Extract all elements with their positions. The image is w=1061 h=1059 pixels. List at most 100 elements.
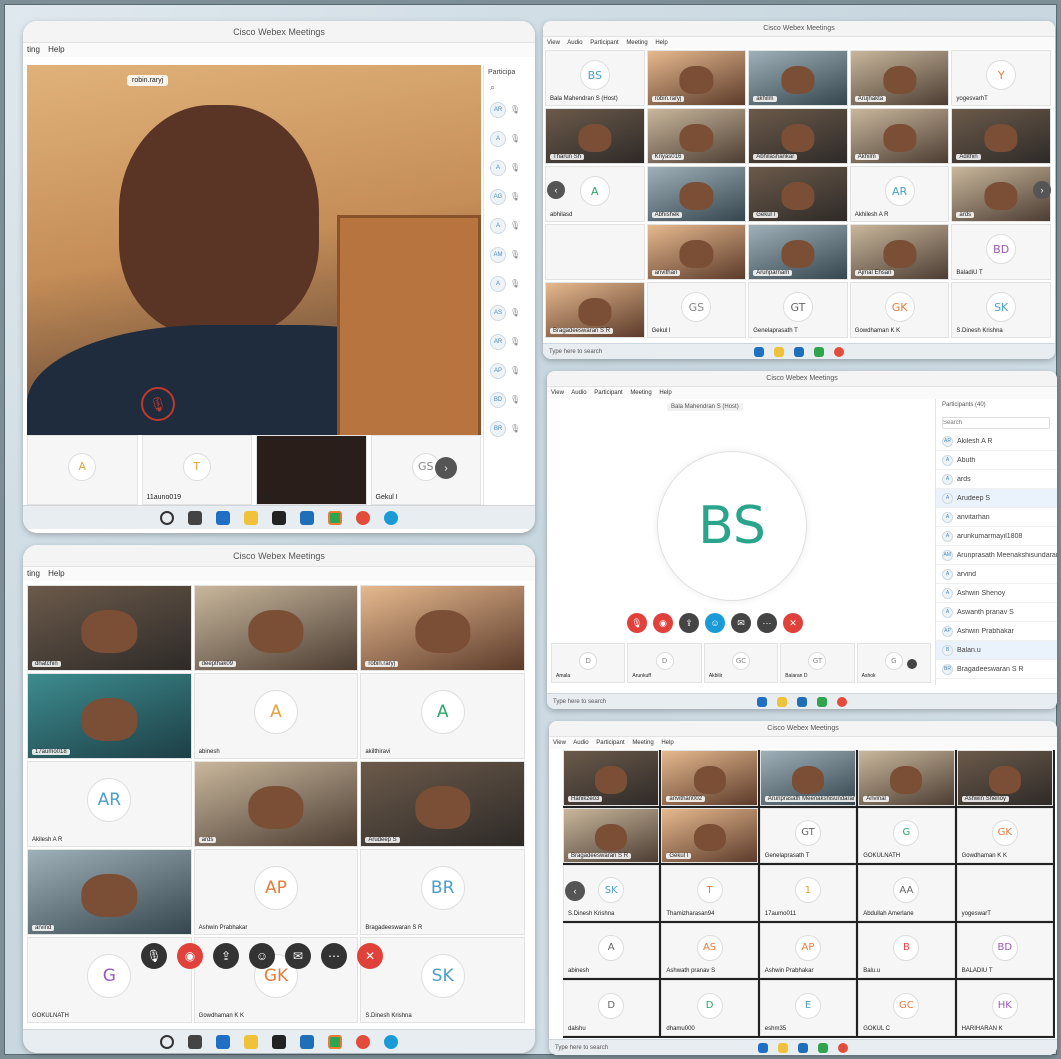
participant-tile[interactable]: Akhilm — [849, 108, 950, 164]
participant-tile[interactable]: anvithan002 — [661, 750, 758, 806]
participant-list-item[interactable]: Aards — [936, 470, 1057, 489]
participant-row[interactable]: AR 🎙 — [484, 327, 535, 356]
participant-tile[interactable]: T 11auno019 — [141, 435, 252, 505]
edge-browser-icon[interactable] — [758, 1042, 768, 1053]
participant-tile[interactable]: D Arunkuff — [627, 643, 702, 683]
file-explorer-icon[interactable] — [774, 346, 784, 357]
participant-tile[interactable]: Eeshm35 — [759, 980, 857, 1036]
menu-item-meeting[interactable]: Meeting — [626, 40, 647, 46]
store-icon[interactable] — [272, 1034, 286, 1049]
participant-tile[interactable]: B Balu.u — [858, 922, 955, 979]
menu-item-view[interactable]: View — [553, 740, 566, 746]
participant-tile[interactable]: BR Bragadeeswaran S R — [360, 849, 525, 935]
participant-list-item[interactable]: A Arudeep S — [936, 489, 1057, 508]
file-explorer-icon[interactable] — [244, 1034, 258, 1049]
participant-row[interactable]: A 🎙 — [484, 153, 535, 182]
menu-item-help[interactable]: Help — [48, 569, 64, 578]
strip-next-icon[interactable] — [907, 659, 917, 669]
menu-item-meeting[interactable]: ting — [27, 45, 40, 54]
participant-list-item[interactable]: AR Akilesh A R — [936, 432, 1057, 451]
webex-meetings-icon[interactable] — [384, 510, 398, 525]
edge-browser-icon[interactable] — [216, 1034, 230, 1049]
participant-tile[interactable]: dhatchin — [27, 585, 192, 671]
participant-tile[interactable]: A — [27, 435, 138, 505]
participant-tile[interactable]: BD BALADIU T — [956, 922, 1053, 979]
participants-button[interactable]: ☺ — [249, 943, 275, 969]
mail-icon[interactable] — [797, 696, 807, 707]
edge-browser-icon[interactable] — [754, 346, 764, 357]
participant-tile[interactable]: Abhishek — [646, 166, 747, 222]
participant-tile[interactable]: Aabinesh — [563, 922, 660, 979]
participant-tile[interactable]: 17aumo018 — [27, 673, 192, 759]
task-view-icon[interactable] — [188, 1034, 202, 1049]
file-explorer-icon[interactable] — [778, 1042, 788, 1053]
participant-tile[interactable]: Anvinal — [858, 750, 955, 806]
participant-row[interactable]: BR 🎙 — [484, 414, 535, 443]
participant-tile[interactable]: Abhilashankar — [748, 108, 848, 164]
participant-tile[interactable]: akhilm — [748, 50, 848, 106]
participant-tile[interactable]: arvind — [27, 849, 192, 935]
participant-tile[interactable]: 1 17aumo011 — [759, 865, 857, 921]
menu-item-audio[interactable]: Audio — [567, 40, 582, 46]
participant-list-item[interactable]: A Aswanth pranav S — [936, 603, 1057, 622]
participant-row[interactable]: A 🎙 — [484, 269, 535, 298]
menu-item-help[interactable]: Help — [48, 45, 64, 54]
participant-tile[interactable]: Bragadeeswaran S R — [563, 807, 660, 864]
participant-tile[interactable]: T Thamizharasan94 — [661, 865, 758, 921]
participant-tile[interactable]: GT Balaran D — [780, 643, 855, 683]
participant-tile[interactable]: Ajmal Ehsan — [849, 224, 950, 280]
participant-tile[interactable]: Aabinesh — [193, 673, 359, 759]
task-view-icon[interactable] — [188, 510, 202, 525]
share-button[interactable]: ⇪ — [213, 943, 239, 969]
participant-tile[interactable]: Aakilthiravi — [360, 673, 525, 759]
participant-tile[interactable]: Gekul I — [748, 166, 848, 222]
participant-tile[interactable]: GC Akbilir — [703, 643, 779, 683]
strip-next-arrow-icon[interactable]: › — [435, 457, 457, 479]
participant-tile[interactable]: GK Gowdhaman K K — [956, 807, 1053, 864]
participant-tile[interactable]: anvithan — [646, 224, 747, 280]
participant-list-item[interactable]: AP Ashwin Prabhakar — [936, 622, 1057, 641]
muted-mic-icon[interactable]: 🎙 — [141, 387, 175, 421]
participant-tile[interactable]: Adithin — [951, 108, 1051, 164]
participant-tile[interactable]: AA Abdullah Amerlane — [858, 865, 955, 921]
participant-tile[interactable]: GK Gowdhaman K K — [849, 282, 950, 338]
taskbar-search-box[interactable]: Type here to search — [555, 1045, 608, 1051]
file-explorer-icon[interactable] — [777, 696, 787, 707]
participant-row[interactable]: AS 🎙 — [484, 298, 535, 327]
participant-tile[interactable]: HK HARIHARAN K — [956, 980, 1053, 1036]
edge-browser-icon[interactable] — [757, 696, 767, 707]
edge-browser-icon[interactable] — [216, 510, 230, 525]
participant-tile[interactable]: BD BaladiU T — [951, 224, 1051, 280]
participant-tile[interactable]: Arujhakta — [849, 50, 950, 106]
participant-tile[interactable]: AP Ashwin Prabhakar — [759, 922, 857, 979]
menu-item-participant[interactable]: Participant — [596, 740, 624, 746]
participant-tile[interactable]: AR Akilesh A R — [27, 761, 192, 847]
participant-tile[interactable]: GC GOKUL C — [858, 980, 955, 1036]
menu-item-participant[interactable]: Participant — [594, 390, 622, 396]
participant-tile[interactable]: Hanikzeo3 — [563, 750, 660, 806]
mail-icon[interactable] — [300, 510, 314, 525]
participant-tile[interactable]: Tharun Sh — [545, 108, 645, 164]
more-options-button[interactable]: ⋯ — [757, 613, 777, 633]
menu-item-view[interactable]: View — [551, 390, 564, 396]
participant-tile[interactable]: robin.raryj — [360, 585, 525, 671]
mute-button[interactable]: 🎙 — [627, 613, 647, 633]
webex-app-icon[interactable] — [328, 1034, 342, 1049]
menu-item-view[interactable]: View — [547, 40, 560, 46]
participant-list-item[interactable]: Aanvitarhan — [936, 508, 1057, 527]
participant-tile[interactable]: Arunparnam — [748, 224, 848, 280]
participant-row[interactable]: AG 🎙 — [484, 182, 535, 211]
search-icon[interactable]: ⌕ — [484, 80, 535, 95]
menu-item-meeting[interactable]: Meeting — [630, 390, 651, 396]
taskbar-search-box[interactable]: Type here to search — [553, 699, 606, 705]
participant-tile[interactable] — [545, 224, 645, 280]
participant-tile[interactable]: AP Ashwin Prabhakar — [193, 849, 359, 935]
participant-row[interactable]: AR 🎙 — [484, 95, 535, 124]
participant-tile[interactable]: yogeswarT — [956, 865, 1053, 921]
participant-tile[interactable]: YyogesvarhT — [951, 50, 1051, 106]
participant-tile[interactable]: ards — [193, 761, 359, 847]
leave-meeting-button[interactable]: ✕ — [357, 943, 383, 969]
participant-row[interactable]: AM 🎙 — [484, 240, 535, 269]
participant-tile[interactable]: D Amala — [551, 643, 626, 683]
webex-app-icon[interactable] — [818, 1042, 828, 1053]
